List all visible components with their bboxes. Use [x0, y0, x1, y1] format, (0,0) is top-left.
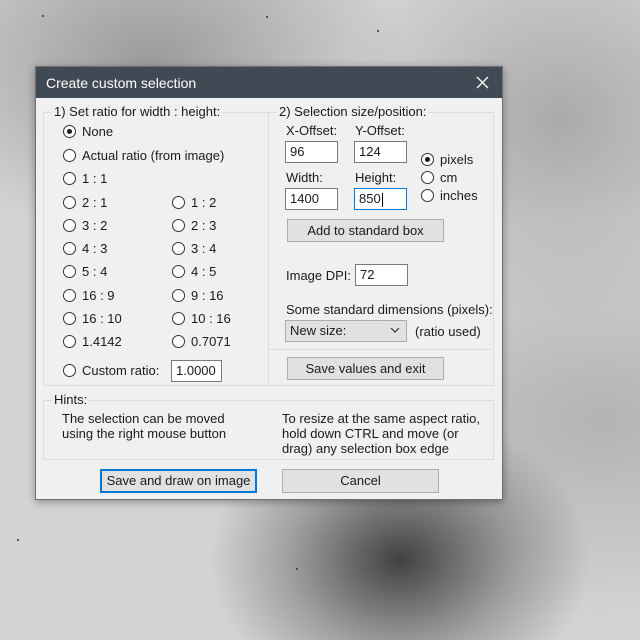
speck: [42, 15, 44, 17]
x-offset-input[interactable]: 96: [285, 141, 338, 163]
text-caret: [381, 192, 383, 207]
width-input[interactable]: 1400: [285, 188, 338, 210]
speck: [377, 30, 379, 32]
radio-selected-dot: [67, 129, 72, 134]
close-icon: [476, 76, 489, 89]
speck: [266, 16, 268, 18]
size-position-group-label: 2) Selection size/position:: [277, 104, 429, 119]
height-label: Height:: [355, 170, 397, 185]
ratio-used-label: (ratio used): [415, 324, 481, 339]
group-divider: [269, 349, 491, 350]
save-values-exit-button[interactable]: Save values and exit: [287, 357, 444, 380]
image-dpi-label: Image DPI:: [286, 268, 352, 283]
hints-label: Hints:: [52, 392, 90, 407]
add-to-standard-box-button[interactable]: Add to standard box: [287, 219, 444, 242]
cancel-button[interactable]: Cancel: [282, 469, 439, 493]
y-offset-label: Y-Offset:: [355, 123, 405, 138]
height-input[interactable]: 850: [354, 188, 407, 210]
y-offset-input[interactable]: 124: [354, 141, 407, 163]
x-offset-label: X-Offset:: [286, 123, 338, 138]
speck: [296, 568, 298, 570]
hint-move: The selection can be moved using the rig…: [62, 411, 227, 441]
save-and-draw-button[interactable]: Save and draw on image: [100, 469, 257, 493]
width-label: Width:: [286, 170, 323, 185]
hint-resize: To resize at the same aspect ratio, hold…: [282, 411, 480, 456]
custom-selection-dialog: Create custom selection 1) Set ratio for…: [35, 66, 503, 500]
height-value: 850: [359, 191, 381, 206]
custom-ratio-input[interactable]: 1.0000: [171, 360, 222, 382]
ratio-group-label: 1) Set ratio for width : height:: [52, 104, 223, 119]
dialog-title: Create custom selection: [46, 75, 197, 91]
speck: [17, 539, 19, 541]
close-button[interactable]: [464, 67, 502, 98]
chevron-down-icon: [390, 327, 400, 333]
title-bar: Create custom selection: [36, 67, 502, 98]
standard-dimensions-select[interactable]: New size:: [285, 320, 407, 342]
standard-dimensions-label: Some standard dimensions (pixels):: [286, 302, 493, 317]
image-dpi-input[interactable]: 72: [355, 264, 408, 286]
radio-selected-dot: [425, 157, 430, 162]
standard-dimensions-value: New size:: [290, 323, 347, 338]
